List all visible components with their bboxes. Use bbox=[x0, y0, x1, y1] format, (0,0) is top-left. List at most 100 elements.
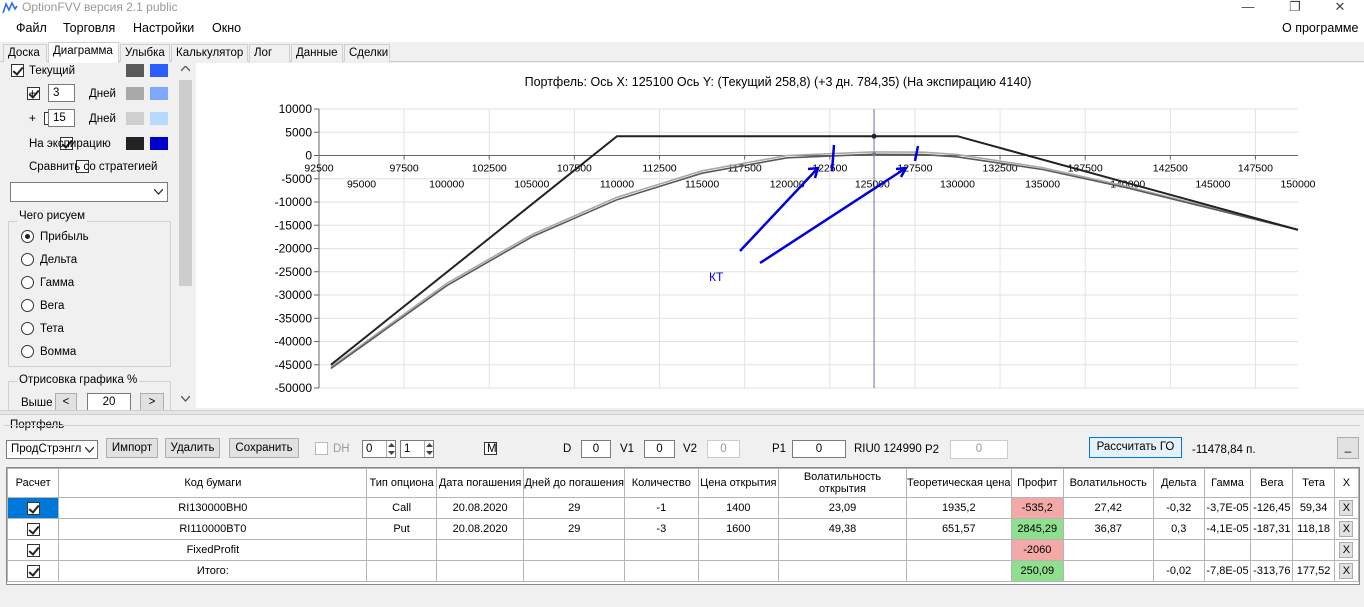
cell-theo[interactable]: 1935,2 bbox=[905, 497, 1012, 519]
tab-calculator[interactable]: Калькулятор bbox=[171, 44, 248, 62]
expiration-color-swatch-2[interactable] bbox=[150, 137, 168, 150]
save-button[interactable]: Сохранить bbox=[229, 438, 299, 458]
scroll-down-icon[interactable] bbox=[181, 396, 190, 402]
radio-profit[interactable] bbox=[21, 230, 34, 243]
cell-vol-open[interactable]: 49,38 bbox=[778, 518, 907, 540]
cell-profit[interactable]: 250,09 bbox=[1010, 560, 1064, 582]
spin-up-icon[interactable] bbox=[388, 443, 395, 447]
cell-days[interactable]: 29 bbox=[523, 497, 626, 519]
cell-vega[interactable] bbox=[1250, 539, 1294, 561]
table-row[interactable]: RI110000BT0 Put 20.08.2020 29 -3 1600 49,38 651… bbox=[6, 518, 1360, 540]
col-days-header[interactable]: Дней до погашения bbox=[523, 468, 626, 498]
cell-theo[interactable] bbox=[905, 560, 1012, 582]
tab-data[interactable]: Данные bbox=[291, 44, 343, 62]
radio-theta[interactable] bbox=[21, 322, 34, 335]
cell-theta[interactable]: 59,34 bbox=[1292, 497, 1335, 519]
cell-type[interactable]: Call bbox=[366, 497, 437, 519]
cell-qty[interactable]: -1 bbox=[624, 497, 699, 519]
col-price-header[interactable]: Цена открытия bbox=[697, 468, 780, 498]
remove-row-button[interactable]: X bbox=[1339, 500, 1354, 516]
cell-gamma[interactable]: -7,8E-05 bbox=[1203, 560, 1252, 582]
current-checkbox[interactable] bbox=[11, 64, 24, 77]
row-calc-checkbox[interactable] bbox=[26, 564, 40, 578]
col-profit-header[interactable]: Профит bbox=[1010, 468, 1064, 498]
cell-qty[interactable] bbox=[624, 560, 699, 582]
minimize-button[interactable]: — bbox=[1228, 0, 1268, 16]
cell-gamma[interactable]: -3,7E-05 bbox=[1203, 497, 1252, 519]
col-calc-header[interactable]: Расчет bbox=[6, 468, 60, 498]
cell-vol-open[interactable] bbox=[778, 560, 907, 582]
cell-vega[interactable]: -187,31 bbox=[1250, 518, 1294, 540]
cell-type[interactable]: Put bbox=[366, 518, 437, 540]
current-color-swatch[interactable] bbox=[126, 64, 144, 77]
cell-vol[interactable] bbox=[1062, 560, 1154, 582]
days2-color-swatch[interactable] bbox=[126, 112, 144, 125]
cell-vol[interactable]: 36,87 bbox=[1062, 518, 1154, 540]
cell-price[interactable] bbox=[697, 539, 780, 561]
row-calc-checkbox[interactable] bbox=[26, 522, 40, 536]
cell-price[interactable]: 1400 bbox=[697, 497, 780, 519]
row-calc-checkbox[interactable] bbox=[26, 543, 40, 557]
compare-strategy-select[interactable] bbox=[10, 182, 168, 202]
col-theo-header[interactable]: Теоретическая цена bbox=[905, 468, 1012, 498]
v1-input[interactable]: 0 bbox=[644, 440, 675, 458]
tab-log[interactable]: Лог bbox=[249, 44, 290, 62]
col-type-header[interactable]: Тип опциона bbox=[366, 468, 437, 498]
cell-date[interactable] bbox=[435, 560, 525, 582]
expiration-color-swatch[interactable] bbox=[126, 137, 144, 150]
cell-code[interactable]: FixedProfit bbox=[58, 539, 368, 561]
cell-vol-open[interactable] bbox=[778, 539, 907, 561]
calc-cell[interactable] bbox=[6, 539, 60, 561]
calculate-go-button[interactable]: Рассчитать ГО bbox=[1089, 437, 1182, 458]
days1-color-swatch[interactable] bbox=[126, 87, 144, 100]
cell-code[interactable]: RI130000BH0 bbox=[58, 497, 368, 519]
col-gamma-header[interactable]: Гамма bbox=[1203, 468, 1252, 498]
table-row[interactable]: FixedProfit -2060 X bbox=[6, 539, 1360, 561]
above-next-button[interactable]: > bbox=[140, 393, 164, 411]
close-button[interactable]: ✕ bbox=[1320, 0, 1360, 16]
spin2-field[interactable]: 1 bbox=[400, 440, 434, 458]
delete-button[interactable]: Удалить bbox=[165, 438, 220, 458]
settings-scrollbar[interactable] bbox=[177, 62, 194, 409]
calc-cell[interactable] bbox=[6, 560, 60, 582]
cell-gamma[interactable] bbox=[1203, 539, 1252, 561]
cell-theta[interactable]: 177,52 bbox=[1292, 560, 1335, 582]
dh-checkbox[interactable] bbox=[315, 442, 328, 455]
days1-color-swatch-2[interactable] bbox=[150, 87, 168, 100]
cell-type[interactable] bbox=[366, 539, 437, 561]
cell-days[interactable] bbox=[523, 560, 626, 582]
cell-theo[interactable]: 651,57 bbox=[905, 518, 1012, 540]
cell-qty[interactable] bbox=[624, 539, 699, 561]
remove-row-button[interactable]: X bbox=[1339, 563, 1354, 579]
collapse-portfolio-button[interactable]: _ bbox=[1337, 437, 1359, 459]
col-delta-header[interactable]: Дельта bbox=[1152, 468, 1205, 498]
row-calc-checkbox[interactable] bbox=[26, 501, 40, 515]
radio-gamma[interactable] bbox=[21, 276, 34, 289]
cell-gamma[interactable]: -4,1E-05 bbox=[1203, 518, 1252, 540]
p2-input[interactable]: 0 bbox=[950, 440, 1008, 459]
p1-input[interactable]: 0 bbox=[792, 440, 846, 458]
cell-code[interactable]: RI110000BT0 bbox=[58, 518, 368, 540]
cell-code[interactable]: Итого: bbox=[58, 560, 368, 582]
col-vega-header[interactable]: Вега bbox=[1250, 468, 1294, 498]
spin-up-icon[interactable] bbox=[426, 443, 433, 447]
cell-delta[interactable]: -0,32 bbox=[1152, 497, 1205, 519]
menu-file[interactable]: Файл bbox=[16, 21, 47, 35]
cell-date[interactable]: 20.08.2020 bbox=[435, 497, 525, 519]
scroll-up-icon[interactable] bbox=[181, 66, 190, 72]
radio-vomma[interactable] bbox=[21, 345, 34, 358]
cell-date[interactable] bbox=[435, 539, 525, 561]
calc-cell[interactable] bbox=[6, 497, 60, 519]
col-code-header[interactable]: Код бумаги bbox=[58, 468, 368, 498]
d-input[interactable]: 0 bbox=[581, 440, 611, 458]
maximize-button[interactable]: ❐ bbox=[1275, 0, 1315, 16]
days2-color-swatch-2[interactable] bbox=[150, 112, 168, 125]
spin1-field[interactable]: 0 bbox=[362, 440, 396, 458]
cell-vega[interactable]: -313,76 bbox=[1250, 560, 1294, 582]
remove-row-button[interactable]: X bbox=[1339, 521, 1354, 537]
scrollbar-thumb[interactable] bbox=[179, 80, 192, 286]
current-color-swatch-2[interactable] bbox=[150, 64, 168, 77]
radio-vega[interactable] bbox=[21, 299, 34, 312]
cell-profit[interactable]: -2060 bbox=[1010, 539, 1064, 561]
tab-trades[interactable]: Сделки bbox=[344, 44, 390, 62]
